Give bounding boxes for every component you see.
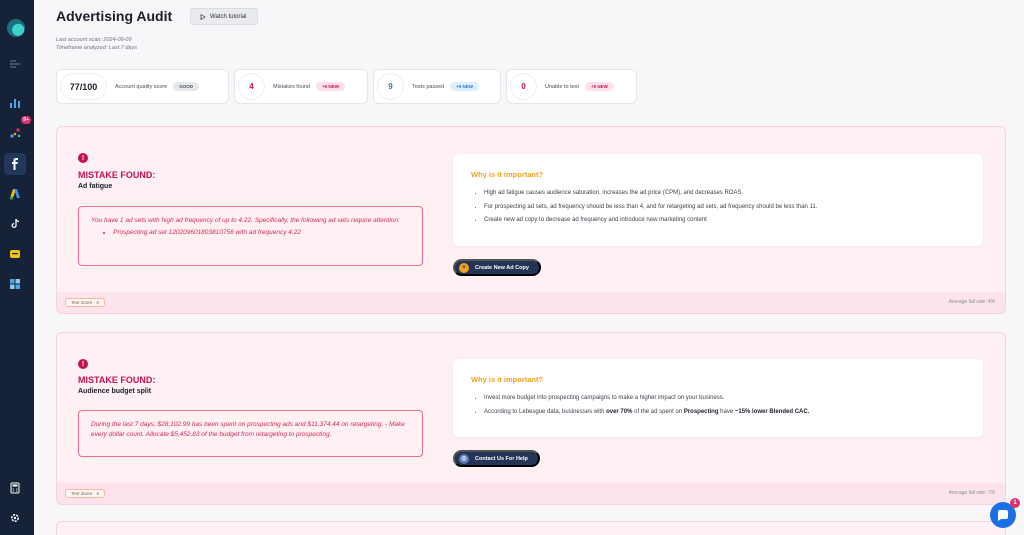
app-logo-icon[interactable] — [7, 19, 25, 37]
google-ads-icon[interactable] — [4, 183, 26, 205]
mistake-message: You have 1 ad sets with high ad frequenc… — [91, 217, 400, 224]
contact-us-for-help-button[interactable]: ◎ Contact Us For Help — [453, 450, 540, 467]
play-icon — [200, 13, 206, 20]
tests-passed-value: 9 — [378, 74, 403, 99]
why-important-title: Why is it important? — [471, 170, 544, 179]
facebook-icon[interactable] — [4, 153, 26, 175]
mistake-message-item: Prospecting ad set 120209601803810756 wi… — [113, 228, 410, 238]
mistake-message-box: During the last 7 days, $28,102.99 has b… — [78, 410, 423, 457]
test-score-value: 5 — [96, 300, 99, 305]
tests-passed-new-badge: +0 NEW — [450, 82, 479, 91]
unable-to-test-new-badge: +0 NEW — [584, 82, 614, 91]
watch-tutorial-label: Watch tutorial — [210, 13, 247, 20]
quality-score-value: 77/100 — [61, 74, 106, 99]
alert-icon: ! — [78, 359, 88, 369]
page-title: Advertising Audit — [56, 8, 173, 24]
why-important-box: Why is it important? High ad fatigue cau… — [453, 154, 983, 246]
mistakes-found-value: 4 — [239, 74, 264, 99]
test-score-label: Test Score — [71, 300, 93, 305]
dashboard-grid-icon[interactable] — [4, 273, 26, 295]
unable-to-test-value: 0 — [511, 74, 536, 99]
why-important-box: Why is it important? Invest more budget … — [453, 359, 983, 437]
why-item: High ad fatigue causes audience saturati… — [484, 187, 965, 201]
calculator-icon[interactable] — [4, 477, 26, 499]
mistake-message-box: You have 1 ad sets with high ad frequenc… — [78, 206, 423, 266]
mistake-name: Audience budget split — [78, 388, 152, 395]
create-new-ad-copy-button[interactable]: + Create New Ad Copy — [453, 259, 541, 276]
settings-gear-icon[interactable] — [4, 507, 26, 529]
tests-passed-label: Tests passed — [412, 83, 445, 90]
notification-badge: 9+ — [21, 116, 31, 124]
card-footer: Test Score 5 Average fail rate: 7% — [57, 483, 1005, 504]
mistake-card-audience-budget-split: ! MISTAKE FOUND: Audience budget split D… — [56, 332, 1006, 505]
mistakes-new-badge: +0 NEW — [316, 82, 345, 91]
mistake-found-label: MISTAKE FOUND: — [78, 375, 156, 385]
test-score-badge: Test Score 5 — [65, 489, 105, 498]
last-scan-text: Last account scan: 2024-09-09 — [56, 37, 132, 43]
test-score-label: Test Score — [71, 491, 93, 496]
mistakes-found-label: Mistakes found — [273, 83, 310, 90]
stat-mistakes-found[interactable]: 4 Mistakes found +0 NEW — [234, 69, 368, 104]
why-item: Invest more budget into prospecting camp… — [484, 392, 965, 406]
plus-icon: + — [459, 262, 469, 273]
mistake-message: During the last 7 days, $28,102.99 has b… — [91, 421, 405, 438]
chat-launcher[interactable]: 1 — [990, 498, 1020, 528]
unable-to-test-label: Unable to test — [545, 83, 579, 90]
mistake-card-ad-fatigue: ! MISTAKE FOUND: Ad fatigue You have 1 a… — [56, 126, 1006, 314]
quality-score-label: Account quality score — [115, 83, 168, 90]
stat-quality-score[interactable]: 77/100 Account quality score GOOD — [56, 69, 229, 104]
why-important-title: Why is it important? — [471, 375, 544, 384]
watch-tutorial-button[interactable]: Watch tutorial — [190, 8, 258, 25]
card-footer: Test Score 5 Average fail rate: 4% — [57, 292, 1005, 313]
test-score-badge: Test Score 5 — [65, 298, 105, 307]
why-item: Create new ad copy to decrease ad freque… — [484, 214, 965, 228]
stat-unable-to-test[interactable]: 0 Unable to test +0 NEW — [506, 69, 637, 104]
contact-us-label: Contact Us For Help — [475, 455, 528, 462]
why-item: For prospecting ad sets, ad frequency sh… — [484, 201, 965, 215]
quality-score-badge: GOOD — [173, 82, 200, 91]
average-fail-rate: Average fail rate: 7% — [948, 490, 995, 496]
support-icon: ◎ — [459, 453, 469, 464]
analytics-chart-icon[interactable] — [4, 92, 26, 114]
stat-tests-passed[interactable]: 9 Tests passed +0 NEW — [373, 69, 501, 104]
chat-unread-badge: 1 — [1010, 498, 1020, 508]
sidebar: 9+ — [0, 0, 34, 535]
integrations-icon[interactable]: 9+ — [4, 116, 31, 144]
collapse-sidebar-icon[interactable] — [4, 53, 26, 75]
create-new-ad-copy-label: Create New Ad Copy — [475, 264, 529, 271]
chat-bubble-icon — [998, 509, 1008, 521]
why-item: According to Lebesgue data, businesses w… — [484, 406, 965, 420]
tiktok-icon[interactable] — [4, 213, 26, 235]
timeframe-text: Timeframe analyzed: Last 7 days — [56, 45, 137, 51]
mistake-card-partial — [56, 521, 1006, 535]
email-marketing-icon[interactable] — [4, 243, 26, 265]
mistake-name: Ad fatigue — [78, 183, 113, 190]
test-score-value: 5 — [96, 491, 99, 496]
alert-icon: ! — [78, 153, 88, 163]
average-fail-rate: Average fail rate: 4% — [948, 299, 995, 305]
mistake-found-label: MISTAKE FOUND: — [78, 170, 156, 180]
